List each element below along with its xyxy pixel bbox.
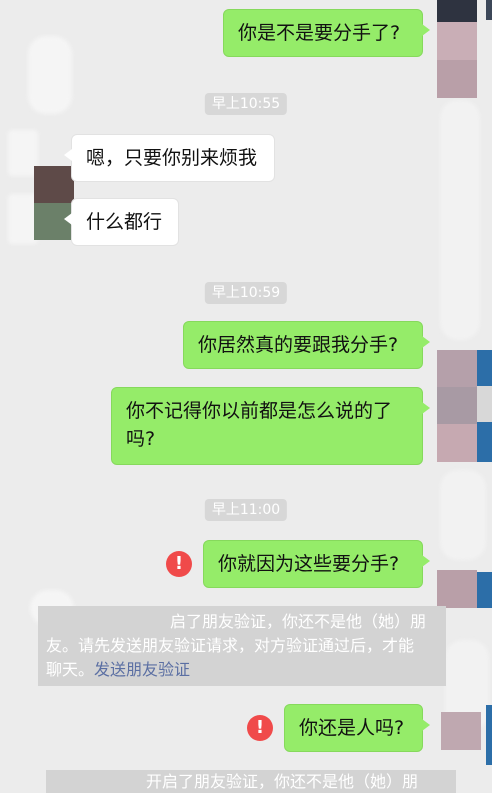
- edge-strip: [476, 386, 492, 422]
- blurred-area: [28, 36, 72, 114]
- message-text: 嗯，只要你别来烦我: [86, 147, 258, 169]
- message-text: 你就因为这些要分手?: [218, 553, 400, 575]
- edge-strip: [486, 0, 492, 20]
- message-bubble-incoming[interactable]: 什么都行: [64, 198, 179, 246]
- avatar[interactable]: [437, 0, 477, 98]
- timestamp: 早上11:00: [204, 499, 288, 521]
- message-bubble-outgoing[interactable]: 你还是人吗?: [284, 704, 430, 752]
- notice-text: 聊天。: [46, 660, 95, 679]
- avatar[interactable]: [437, 570, 477, 608]
- send-failed-icon[interactable]: !: [247, 715, 273, 741]
- message-text: 你居然真的要跟我分手?: [198, 334, 399, 356]
- message-bubble-outgoing[interactable]: 你居然真的要跟我分手?: [183, 321, 430, 369]
- message-text: 你不记得你以前都是怎么说的了: [126, 400, 393, 422]
- edge-strip: [476, 350, 492, 386]
- blurred-area: [440, 100, 480, 340]
- message-text: 你还是人吗?: [299, 717, 405, 739]
- notice-line: 友。请先发送朋友验证请求，对方验证通过后，才能: [46, 636, 415, 655]
- friend-verification-notice: 启了朋友验证，你还不是他（她）朋 友。请先发送朋友验证请求，对方验证通过后，才能…: [38, 606, 446, 686]
- blurred-area: [440, 470, 486, 560]
- message-text: 什么都行: [86, 211, 163, 233]
- message-bubble-outgoing[interactable]: 你就因为这些要分手?: [203, 540, 430, 588]
- message-bubble-incoming[interactable]: 嗯，只要你别来烦我: [64, 134, 275, 182]
- edge-strip: [476, 422, 492, 462]
- notice-line: 启了朋友验证，你还不是他（她）朋: [170, 612, 427, 631]
- avatar[interactable]: [34, 166, 74, 240]
- notice-text: 开启了朋友验证，你还不是他（她）朋: [146, 772, 419, 791]
- message-bubble-outgoing[interactable]: 你是不是要分手了?: [223, 9, 430, 57]
- chat-window: 你是不是要分手了? 早上10:55 嗯，只要你别来烦我 什么都行 早上10:59…: [0, 0, 492, 793]
- timestamp: 早上10:59: [204, 282, 288, 304]
- message-text: 吗?: [126, 428, 156, 450]
- edge-strip: [476, 572, 492, 608]
- timestamp: 早上10:55: [204, 93, 288, 115]
- avatar[interactable]: [437, 350, 477, 462]
- friend-verification-notice: 开启了朋友验证，你还不是他（她）朋: [46, 770, 456, 793]
- notice-line: 聊天。发送朋友验证: [46, 658, 438, 682]
- message-bubble-outgoing[interactable]: 你不记得你以前都是怎么说的了 吗?: [111, 387, 430, 465]
- send-friend-verification-link[interactable]: 发送朋友验证: [94, 660, 190, 679]
- avatar[interactable]: [441, 712, 481, 750]
- send-failed-icon[interactable]: !: [166, 551, 192, 577]
- edge-strip: [486, 705, 492, 765]
- message-text: 你是不是要分手了?: [238, 22, 401, 44]
